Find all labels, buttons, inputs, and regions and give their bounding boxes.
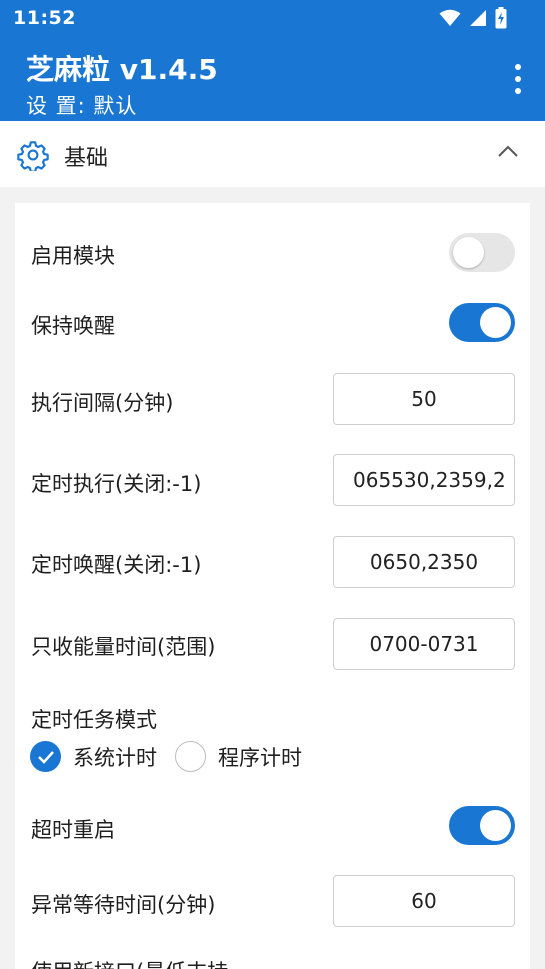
wifi-icon	[439, 9, 461, 26]
radio-program-timer-label: 程序计时	[218, 745, 302, 770]
radio-system-timer-label: 系统计时	[73, 745, 157, 770]
enable-module-label: 启用模块	[31, 244, 115, 268]
timeout-restart-toggle[interactable]	[449, 806, 515, 845]
keep-awake-toggle[interactable]	[449, 303, 515, 342]
timed-wake-label: 定时唤醒(关闭:-1)	[31, 553, 202, 577]
status-time: 11:52	[13, 7, 76, 29]
task-mode-label: 定时任务模式	[31, 708, 157, 732]
section-header-basic[interactable]: 基础	[0, 121, 545, 187]
abnormal-wait-input[interactable]	[333, 875, 515, 927]
timed-wake-input[interactable]	[333, 536, 515, 588]
chevron-up-icon[interactable]	[497, 144, 519, 158]
app-bar: 芝麻粒 v1.4.5 设 置: 默认	[0, 36, 545, 121]
radio-checked-icon	[30, 741, 61, 772]
app-title: 芝麻粒 v1.4.5	[26, 53, 218, 86]
abnormal-wait-label: 异常等待时间(分钟)	[31, 893, 216, 917]
enable-module-toggle[interactable]	[449, 233, 515, 272]
status-icons	[439, 7, 507, 29]
exec-interval-label: 执行间隔(分钟)	[31, 391, 174, 415]
exec-interval-input[interactable]	[333, 373, 515, 425]
section-title: 基础	[64, 146, 109, 171]
radio-program-timer[interactable]: 程序计时	[175, 741, 302, 772]
signal-icon	[470, 10, 486, 26]
radio-system-timer[interactable]: 系统计时	[30, 741, 157, 772]
radio-unchecked-icon	[175, 741, 206, 772]
battery-icon	[495, 7, 507, 29]
timed-exec-input[interactable]	[333, 454, 515, 506]
energy-time-input[interactable]	[333, 618, 515, 670]
energy-time-label: 只收能量时间(范围)	[31, 635, 216, 659]
app-subtitle: 设 置: 默认	[26, 94, 138, 118]
gear-icon	[17, 141, 49, 171]
new-interface-label: 使用新接口(最低支持	[31, 956, 228, 969]
timed-exec-label: 定时执行(关闭:-1)	[31, 472, 202, 496]
keep-awake-label: 保持唤醒	[31, 314, 115, 338]
overflow-menu-icon[interactable]	[513, 64, 523, 94]
status-bar: 11:52	[0, 0, 545, 36]
task-mode-radio-group: 系统计时 程序计时	[30, 741, 320, 772]
timeout-restart-label: 超时重启	[31, 818, 115, 842]
